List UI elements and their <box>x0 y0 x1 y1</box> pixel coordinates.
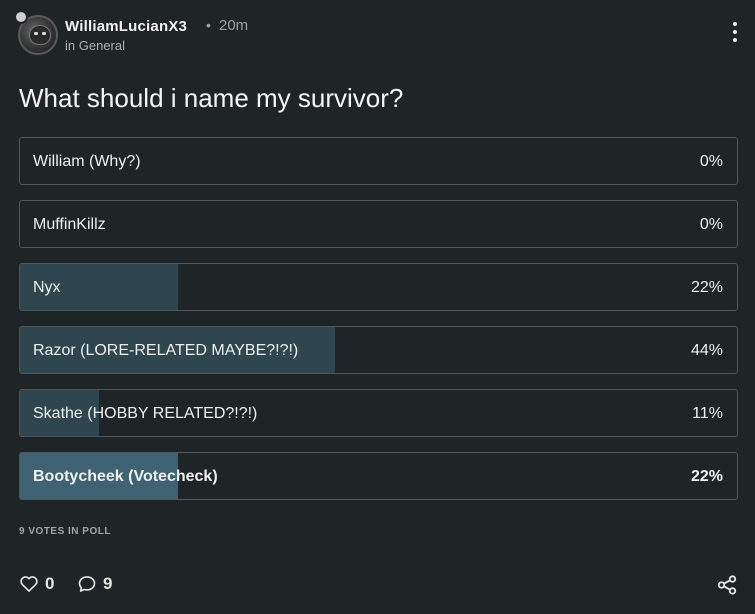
post-footer: 0 9 <box>19 572 738 598</box>
poll-option-percent: 44% <box>690 342 723 359</box>
poll-option[interactable]: William (Why?) 0% <box>19 137 738 185</box>
poll-option-percent: 0% <box>699 216 723 233</box>
post-timestamp: 20m <box>219 17 249 34</box>
poll-option-label: Nyx <box>33 279 61 296</box>
avatar-eye <box>34 32 38 35</box>
poll-option[interactable]: MuffinKillz 0% <box>19 200 738 248</box>
poll-option-label: William (Why?) <box>33 153 141 170</box>
poll-options: William (Why?) 0% MuffinKillz 0% Nyx 22%… <box>19 137 738 515</box>
post-category[interactable]: in General <box>65 38 125 53</box>
avatar-status-badge <box>14 10 28 24</box>
poll-option[interactable]: Skathe (HOBBY RELATED?!?!) 11% <box>19 389 738 437</box>
avatar-face <box>29 25 51 45</box>
heart-outline-icon <box>20 576 38 592</box>
poll-vote-count: 9 VOTES IN POLL <box>19 526 111 537</box>
poll-option-percent: 0% <box>699 153 723 170</box>
poll-option[interactable]: Razor (LORE-RELATED MAYBE?!?!) 44% <box>19 326 738 374</box>
poll-option[interactable]: Nyx 22% <box>19 263 738 311</box>
more-options-icon[interactable] <box>727 22 743 48</box>
poll-option-label: MuffinKillz <box>33 216 106 233</box>
avatar-eye <box>42 32 46 35</box>
poll-option-label: Bootycheek (Votecheck) <box>33 468 218 485</box>
poll-option-percent: 22% <box>690 468 723 485</box>
poll-option-label: Skathe (HOBBY RELATED?!?!) <box>33 405 258 422</box>
poll-option[interactable]: Bootycheek (Votecheck) 22% <box>19 452 738 500</box>
meta-separator: • <box>206 17 211 33</box>
comment-count: 9 <box>103 574 113 593</box>
like-count: 0 <box>45 574 55 593</box>
speech-bubble-icon <box>78 576 96 592</box>
poll-option-label: Razor (LORE-RELATED MAYBE?!?!) <box>33 342 299 359</box>
post-card: WilliamLucianX3 • 20m in General What sh… <box>0 0 755 614</box>
poll-option-percent: 22% <box>690 279 723 296</box>
post-header: WilliamLucianX3 • 20m in General <box>14 10 741 60</box>
poll-option-percent: 11% <box>692 405 723 422</box>
poll-question: What should i name my survivor? <box>19 83 404 113</box>
author-name[interactable]: WilliamLucianX3 <box>65 18 187 35</box>
share-icon[interactable] <box>716 574 738 596</box>
